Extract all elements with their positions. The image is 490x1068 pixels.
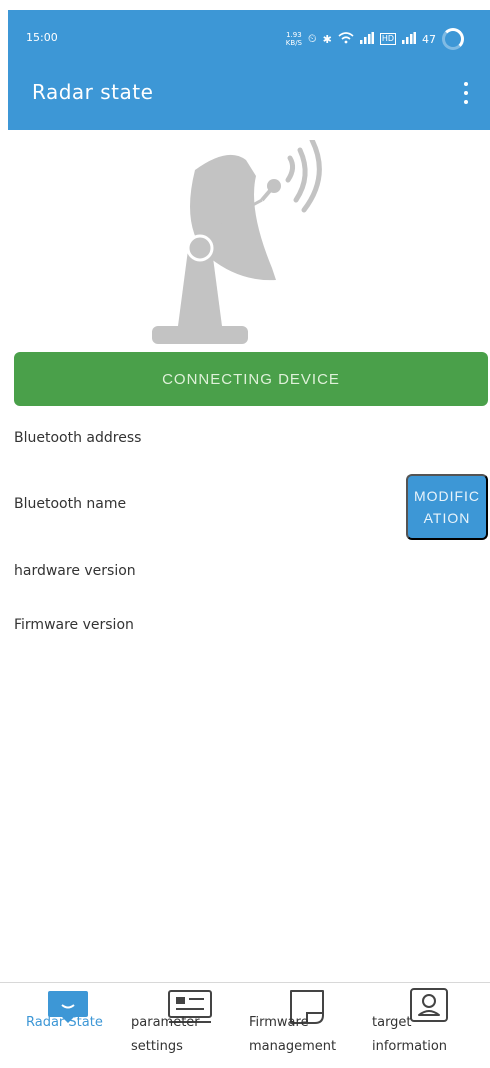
page-title: Radar state	[32, 80, 154, 104]
status-time: 15:00	[26, 31, 58, 44]
wifi-icon	[338, 31, 354, 47]
nav-parameter-settings[interactable]: parameter settings	[125, 983, 225, 1068]
nav-firmware-management[interactable]: Firmware management	[245, 983, 355, 1068]
signal-icon-2	[402, 31, 416, 47]
nav-target-information[interactable]: target information	[368, 983, 478, 1068]
modification-button[interactable]: MODIFICATION	[406, 474, 488, 540]
status-bar: 15:00 1.93 KB/S ⏲ ✱ HD 47	[8, 10, 490, 68]
nav-label-firmware-management: Firmware management	[249, 1015, 337, 1054]
app-bar: 15:00 1.93 KB/S ⏲ ✱ HD 47 Radar state	[8, 10, 490, 130]
alarm-icon: ⏲	[308, 32, 317, 45]
bluetooth-icon: ✱	[322, 32, 332, 46]
hd-icon: HD	[379, 33, 396, 45]
net-speed: 1.93 KB/S	[285, 31, 302, 47]
bottom-nav: Radar State parameter settings Firmware …	[0, 982, 490, 1068]
battery-level: 47	[422, 32, 436, 46]
signal-icon	[359, 31, 374, 47]
nav-label-target-information: target information	[372, 1015, 448, 1054]
connecting-device-button[interactable]: CONNECTING DEVICE	[14, 352, 488, 406]
hardware-version-label: hardware version	[14, 563, 136, 579]
battery-icon	[442, 28, 464, 50]
radar-dish-icon	[152, 140, 322, 344]
bluetooth-address-label: Bluetooth address	[14, 430, 142, 446]
firmware-version-label: Firmware version	[14, 617, 134, 633]
more-vert-icon[interactable]	[458, 80, 474, 106]
nav-label-radar-state: Radar State	[26, 1015, 103, 1030]
status-icons: 1.93 KB/S ⏲ ✱ HD 47	[286, 28, 464, 50]
bluetooth-name-label: Bluetooth name	[14, 496, 127, 512]
nav-radar-state[interactable]: Radar State	[20, 983, 120, 1068]
nav-label-parameter-settings: parameter settings	[131, 1015, 200, 1054]
